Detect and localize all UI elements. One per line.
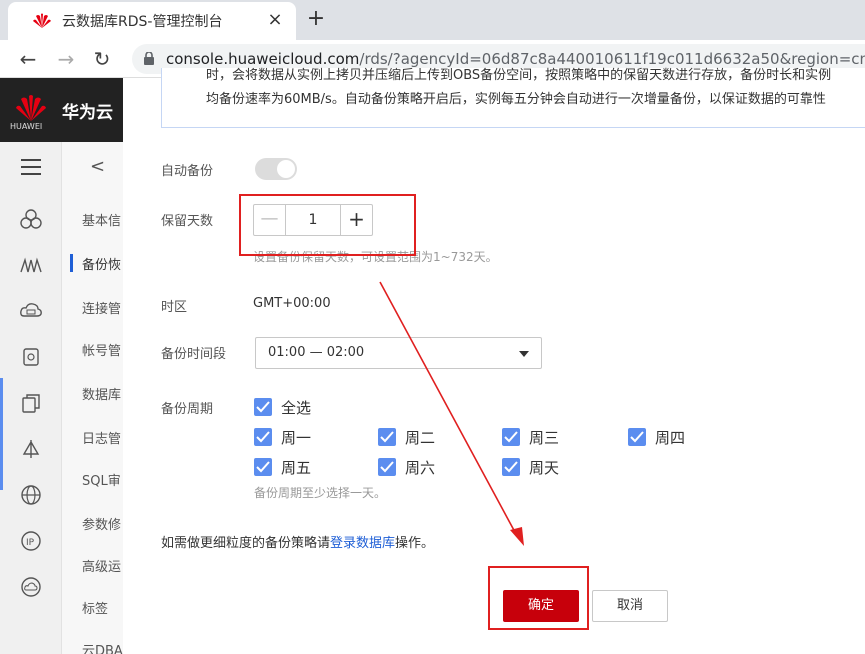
check-icon <box>380 461 394 473</box>
retention-label: 保留天数 <box>161 214 214 229</box>
copy-doc-icon[interactable] <box>20 392 42 414</box>
check-icon <box>380 431 394 443</box>
check-icon <box>630 431 644 443</box>
cloud-icon[interactable] <box>20 576 42 598</box>
rds-submenu: < 基本信 备份恢 连接管 帐号管 数据库 日志管 SQL审 参数修 高级运 标… <box>62 142 123 654</box>
forward-arrow-icon[interactable]: → <box>54 46 78 72</box>
submenu-item-sql-audit[interactable]: SQL审 <box>82 470 123 489</box>
day-label-tue: 周二 <box>405 429 436 447</box>
brand-logo-text: HUAWEI <box>10 122 43 131</box>
submenu-item-connection[interactable]: 连接管 <box>82 298 123 317</box>
submenu-item-logs[interactable]: 日志管 <box>82 428 123 447</box>
sail-icon[interactable] <box>20 438 42 460</box>
auto-backup-toggle[interactable] <box>255 158 297 180</box>
backup-window-value: 01:00 — 02:00 <box>268 345 365 360</box>
cycle-hint: 备份周期至少选择一天。 <box>254 486 387 500</box>
notice-line-2: 均备份速率为60MB/s。自动备份策略开启后，实例每五分钟会自动进行一次增量备份… <box>206 92 826 107</box>
day-label-fri: 周五 <box>281 459 312 477</box>
toggle-knob <box>277 160 295 178</box>
footnote: 如需做更细粒度的备份策略请登录数据库操作。 <box>161 532 434 551</box>
shield-doc-icon[interactable] <box>20 346 42 368</box>
day-checkbox-tue[interactable] <box>378 428 396 446</box>
menu-icon[interactable] <box>20 156 42 178</box>
day-checkbox-wed[interactable] <box>502 428 520 446</box>
tab-close-icon[interactable]: × <box>264 8 286 32</box>
brand-name: 华为云 <box>62 103 113 123</box>
mountains-icon[interactable] <box>20 254 42 276</box>
day-checkbox-sat[interactable] <box>378 458 396 476</box>
footnote-suffix: 操作。 <box>395 536 435 551</box>
day-label-thu: 周四 <box>655 429 686 447</box>
cancel-button[interactable]: 取消 <box>592 590 668 622</box>
check-icon <box>256 461 270 473</box>
submenu-item-params[interactable]: 参数修 <box>82 514 123 533</box>
reload-icon[interactable]: ↻ <box>90 46 114 72</box>
submenu-item-backup[interactable]: 备份恢 <box>82 254 123 273</box>
ip-icon[interactable]: IP <box>20 530 42 552</box>
triple-circle-icon[interactable] <box>20 208 42 230</box>
day-checkbox-mon[interactable] <box>254 428 272 446</box>
backup-window-select[interactable]: 01:00 — 02:00 <box>255 337 542 369</box>
day-label-mon: 周一 <box>281 429 312 447</box>
browser-tab-strip: 云数据库RDS-管理控制台 × + <box>0 0 865 40</box>
select-all-checkbox[interactable] <box>254 398 272 416</box>
submenu-item-advanced[interactable]: 高级运 <box>82 556 123 575</box>
annotation-box-confirm <box>488 566 589 630</box>
browser-tab[interactable]: 云数据库RDS-管理控制台 × <box>8 2 296 40</box>
selected-indicator <box>0 378 3 490</box>
svg-text:IP: IP <box>26 538 35 548</box>
submenu-item-dba[interactable]: 云DBA <box>82 640 123 654</box>
tab-title: 云数据库RDS-管理控制台 <box>62 14 223 30</box>
timezone-value: GMT+00:00 <box>253 296 331 311</box>
backup-cycle-label: 备份周期 <box>161 402 214 417</box>
check-icon <box>504 431 518 443</box>
submenu-item-account[interactable]: 帐号管 <box>82 340 123 359</box>
notice-line-1: 时，会将数据从实例上拷贝并压缩后上传到OBS备份空间，按照策略中的保留天数进行存… <box>206 68 832 83</box>
submenu-item-database[interactable]: 数据库 <box>82 384 123 403</box>
timezone-label: 时区 <box>161 300 188 315</box>
lock-icon <box>144 52 154 65</box>
footnote-prefix: 如需做更细粒度的备份策略请 <box>161 536 331 551</box>
info-notice: 时，会将数据从实例上拷贝并压缩后上传到OBS备份空间，按照策略中的保留天数进行存… <box>161 68 865 128</box>
brand-bar: HUAWEI 华为云 <box>0 78 123 142</box>
chevron-down-icon <box>519 351 529 357</box>
cloud-disk-icon[interactable] <box>20 300 42 322</box>
day-label-sun: 周天 <box>529 459 560 477</box>
day-label-sat: 周六 <box>405 459 436 477</box>
backup-window-label: 备份时间段 <box>161 347 227 362</box>
submenu-item-basic-info[interactable]: 基本信 <box>82 210 123 229</box>
check-icon <box>504 461 518 473</box>
day-checkbox-thu[interactable] <box>628 428 646 446</box>
auto-backup-label: 自动备份 <box>161 164 214 179</box>
select-all-label: 全选 <box>281 399 312 417</box>
huawei-logo-icon <box>16 95 46 121</box>
submenu-item-tags[interactable]: 标签 <box>82 598 123 617</box>
day-label-wed: 周三 <box>529 429 560 447</box>
service-icon-sidebar: IP <box>0 142 62 654</box>
login-database-link[interactable]: 登录数据库 <box>330 536 395 551</box>
back-chevron-icon[interactable]: < <box>90 156 105 177</box>
huawei-logo-icon <box>33 13 51 28</box>
annotation-box-retention <box>239 194 416 256</box>
new-tab-button[interactable]: + <box>302 6 330 34</box>
check-icon <box>256 401 270 413</box>
back-arrow-icon[interactable]: ← <box>16 46 40 72</box>
check-icon <box>256 431 270 443</box>
day-checkbox-fri[interactable] <box>254 458 272 476</box>
day-checkbox-sun[interactable] <box>502 458 520 476</box>
globe-icon[interactable] <box>20 484 42 506</box>
active-item-bar <box>70 254 73 272</box>
